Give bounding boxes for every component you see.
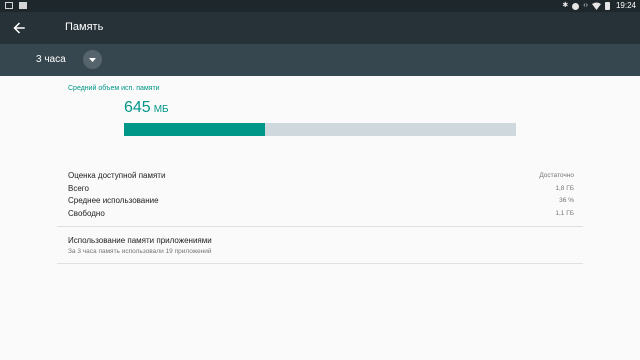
filter-bar: 3 часа (0, 44, 640, 76)
chevron-down-icon (89, 57, 96, 62)
arrow-back-icon (13, 22, 25, 34)
stat-label: Среднее использование (68, 196, 159, 205)
memory-stats: Оценка доступной памяти Достаточно Всего… (68, 171, 574, 221)
stat-row-performance: Оценка доступной памяти Достаточно (68, 171, 574, 184)
stat-label: Свободно (68, 208, 105, 218)
app-memory-usage-item[interactable]: Использование памяти приложениями За 3 ч… (57, 227, 583, 263)
memory-usage-bar-fill (124, 123, 266, 136)
bluetooth-icon: ✱ (562, 2, 569, 9)
app-memory-usage-subtitle: За 3 часа память использовали 19 приложе… (68, 248, 212, 255)
stat-value: Достаточно (539, 172, 574, 179)
stat-value: 1,8 ГБ (555, 184, 574, 192)
stat-row-total: Всего 1,8 ГБ (68, 184, 574, 197)
average-memory-number: 645 (124, 99, 151, 116)
average-memory-caption: Средний объем исп. памяти (68, 85, 160, 92)
memory-usage-bar (124, 123, 516, 136)
period-selector-label[interactable]: 3 часа (36, 54, 66, 65)
stat-label: Оценка доступной памяти (68, 171, 166, 180)
do-not-disturb-icon (572, 2, 580, 10)
status-bar: ✱ ‹› 19:24 (0, 0, 640, 12)
back-button[interactable] (10, 19, 28, 37)
stat-value: 1,1 ГБ (555, 209, 574, 217)
stat-row-average-use: Среднее использование 36 % (68, 196, 574, 209)
stat-label: Всего (68, 183, 89, 193)
wifi-icon (591, 2, 601, 10)
memory-content: Средний объем исп. памяти 645 МБ Оценка д… (0, 76, 640, 360)
page-title: Память (65, 21, 104, 33)
screenshot-icon (5, 2, 13, 9)
battery-icon (604, 2, 610, 10)
divider (57, 263, 583, 264)
app-bar: Память (0, 12, 640, 44)
status-time: 19:24 (615, 1, 636, 10)
stat-value: 36 % (559, 197, 574, 204)
link-icon: ‹› (583, 2, 588, 9)
app-memory-usage-title: Использование памяти приложениями (68, 236, 212, 245)
stat-row-free: Свободно 1,1 ГБ (68, 209, 574, 222)
download-icon (19, 2, 27, 9)
average-memory-value: 645 МБ (124, 99, 169, 117)
period-dropdown-button[interactable] (83, 50, 102, 69)
average-memory-unit: МБ (153, 104, 169, 115)
